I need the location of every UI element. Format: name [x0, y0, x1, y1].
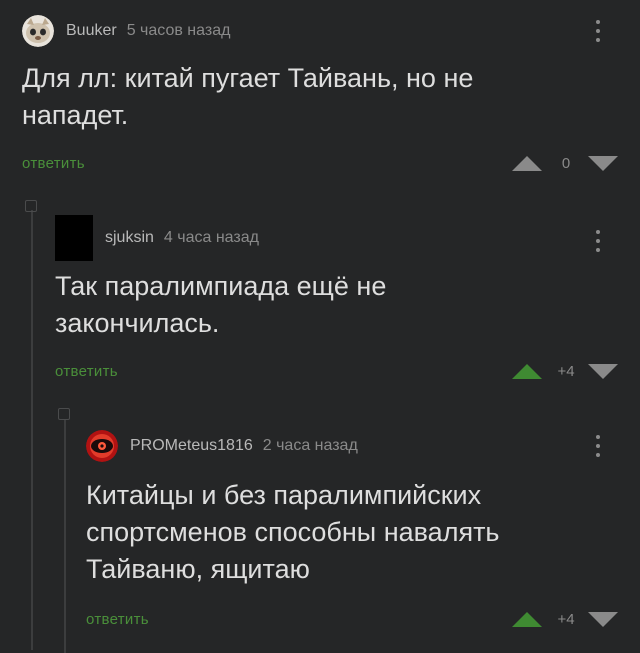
upvote-icon[interactable]	[512, 612, 542, 627]
comment-2: sjuksin 4 часа назад Так паралимпиада ещ…	[0, 200, 640, 400]
timestamp: 2 часа назад	[262, 437, 358, 454]
vote-controls: 0	[512, 155, 618, 172]
comment-header: Buuker 5 часов назад	[22, 15, 230, 47]
reply-link[interactable]: ответить	[55, 363, 118, 380]
author-name[interactable]: sjuksin	[105, 229, 154, 247]
upvote-icon[interactable]	[512, 156, 542, 171]
vote-controls: +4	[512, 611, 618, 628]
comment-header: PROMeteus1816 2 часа назад	[86, 430, 358, 462]
comment-3: PROMeteus1816 2 часа назад Китайцы и без…	[0, 415, 640, 653]
comment-text: Для лл: китай пугает Тайвань, но не напа…	[22, 63, 474, 130]
more-vertical-icon[interactable]	[594, 230, 602, 252]
comment-header: sjuksin 4 часа назад	[55, 215, 259, 261]
comment-1: Buuker 5 часов назад Для лл: китай пугае…	[0, 0, 640, 190]
comment-text: Так паралимпиада ещё не закончилась.	[55, 271, 387, 338]
timestamp: 4 часа назад	[163, 229, 259, 246]
author-name[interactable]: PROMeteus1816	[130, 437, 253, 455]
vote-score: +4	[557, 611, 575, 628]
avatar[interactable]	[22, 15, 54, 47]
avatar[interactable]	[55, 215, 93, 261]
vote-controls: +4	[512, 363, 618, 380]
vote-score: +4	[557, 363, 575, 380]
author-name[interactable]: Buuker	[66, 22, 117, 40]
downvote-icon[interactable]	[588, 364, 618, 379]
vote-score: 0	[561, 155, 571, 172]
downvote-icon[interactable]	[588, 612, 618, 627]
upvote-icon[interactable]	[512, 364, 542, 379]
more-vertical-icon[interactable]	[594, 435, 602, 457]
downvote-icon[interactable]	[588, 156, 618, 171]
more-vertical-icon[interactable]	[594, 20, 602, 42]
timestamp: 5 часов назад	[126, 22, 231, 39]
reply-link[interactable]: ответить	[22, 155, 85, 172]
reply-link[interactable]: ответить	[86, 611, 149, 628]
comment-text: Китайцы и без паралимпийских спортсменов…	[86, 480, 500, 584]
avatar[interactable]	[86, 430, 118, 462]
